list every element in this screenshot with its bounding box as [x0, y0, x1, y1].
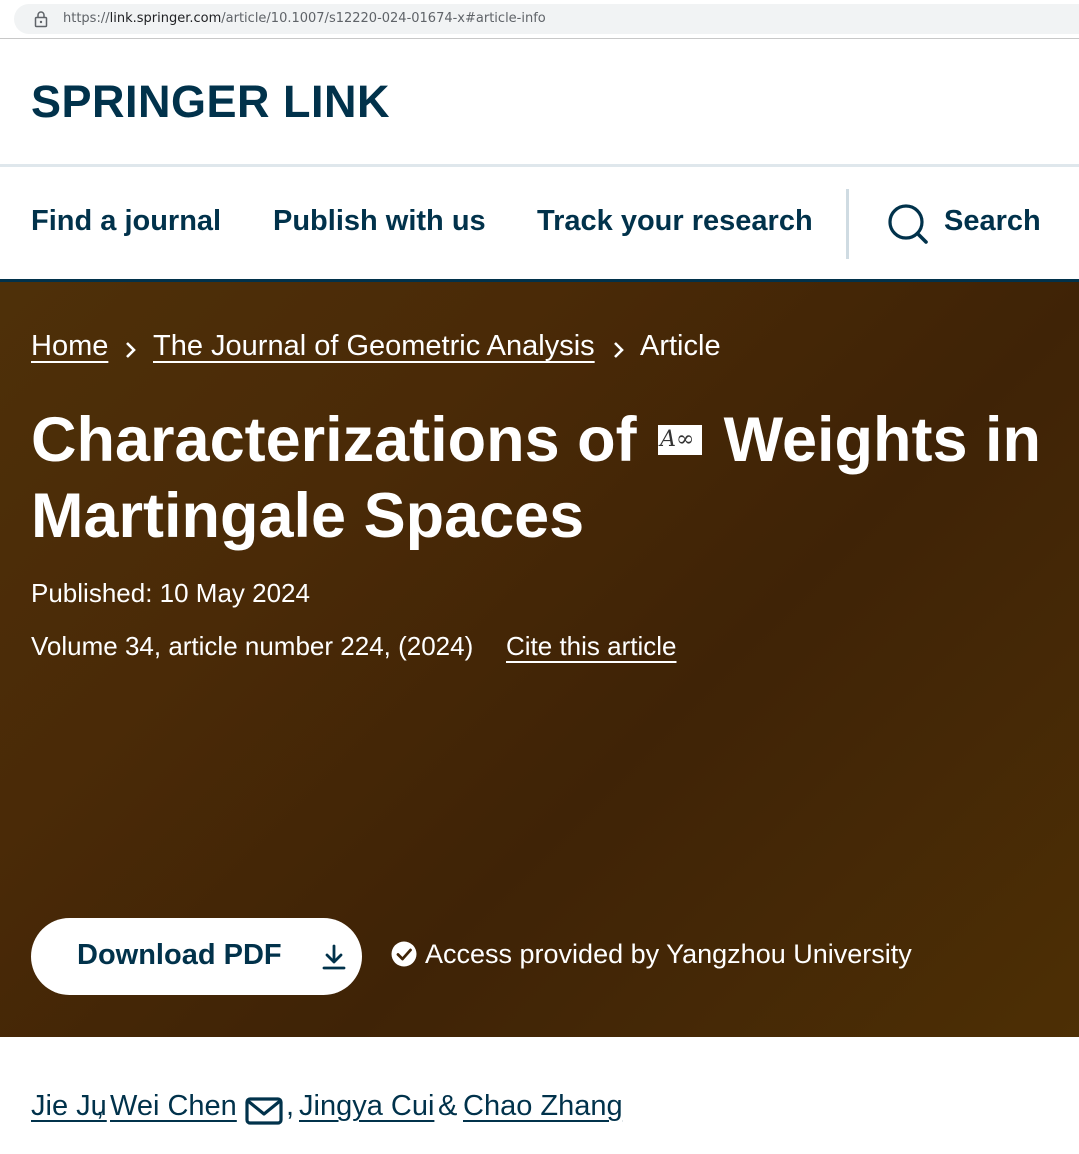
- breadcrumb-article: Article: [640, 330, 721, 362]
- breadcrumb-journal[interactable]: The Journal of Geometric Analysis: [153, 330, 595, 363]
- download-pdf-button[interactable]: Download PDF: [31, 918, 362, 995]
- breadcrumb-home[interactable]: Home: [31, 330, 108, 363]
- math-formula-image: A∞: [658, 425, 703, 455]
- url-host: link.springer.com: [109, 11, 222, 26]
- chevron-right-icon: [126, 342, 136, 358]
- browser-address-bar: https://link.springer.com/article/10.100…: [0, 0, 1079, 39]
- search-icon[interactable]: [887, 203, 929, 245]
- url-prefix: https://: [63, 11, 110, 26]
- title-part-1: Characterizations of: [31, 405, 637, 475]
- url-text[interactable]: https://link.springer.com/article/10.100…: [63, 11, 546, 26]
- springer-link-logo[interactable]: SPRINGER LINK: [31, 76, 390, 128]
- download-pdf-label: Download PDF: [77, 939, 282, 971]
- published-date: Published: 10 May 2024: [31, 578, 310, 608]
- envelope-icon[interactable]: [245, 1096, 283, 1126]
- article-hero: Home The Journal of Geometric Analysis A…: [0, 282, 1079, 1037]
- search-button[interactable]: Search: [944, 205, 1041, 238]
- nav-find-a-journal[interactable]: Find a journal: [31, 205, 221, 238]
- math-formula-text: A∞: [660, 427, 695, 452]
- author-separator: ,: [96, 1090, 105, 1122]
- article-title: Characterizations of A∞ Weights in Marti…: [31, 402, 1071, 554]
- author-chao-zhang[interactable]: Chao Zhang: [463, 1090, 623, 1123]
- main-navigation: Find a journal Publish with us Track you…: [0, 167, 1079, 279]
- check-circle-icon: [391, 941, 417, 967]
- nav-publish-with-us[interactable]: Publish with us: [273, 205, 486, 238]
- lock-icon[interactable]: [34, 10, 48, 28]
- volume-info: Volume 34, article number 224, (2024): [31, 631, 474, 661]
- author-jingya-cui[interactable]: Jingya Cui: [299, 1090, 434, 1123]
- chevron-right-icon: [614, 342, 624, 358]
- access-provided-text: Access provided by Yangzhou University: [425, 939, 912, 969]
- author-ampersand: &: [438, 1090, 458, 1122]
- nav-track-your-research[interactable]: Track your research: [537, 205, 813, 238]
- site-header: SPRINGER LINK: [0, 39, 1079, 164]
- download-icon: [322, 944, 346, 970]
- author-separator: ,: [286, 1090, 295, 1122]
- cite-article-link[interactable]: Cite this article: [506, 631, 677, 662]
- nav-divider: [846, 189, 849, 259]
- url-path: /article/10.1007/s12220-024-01674-x#arti…: [221, 11, 546, 26]
- author-wei-chen[interactable]: Wei Chen: [110, 1090, 237, 1123]
